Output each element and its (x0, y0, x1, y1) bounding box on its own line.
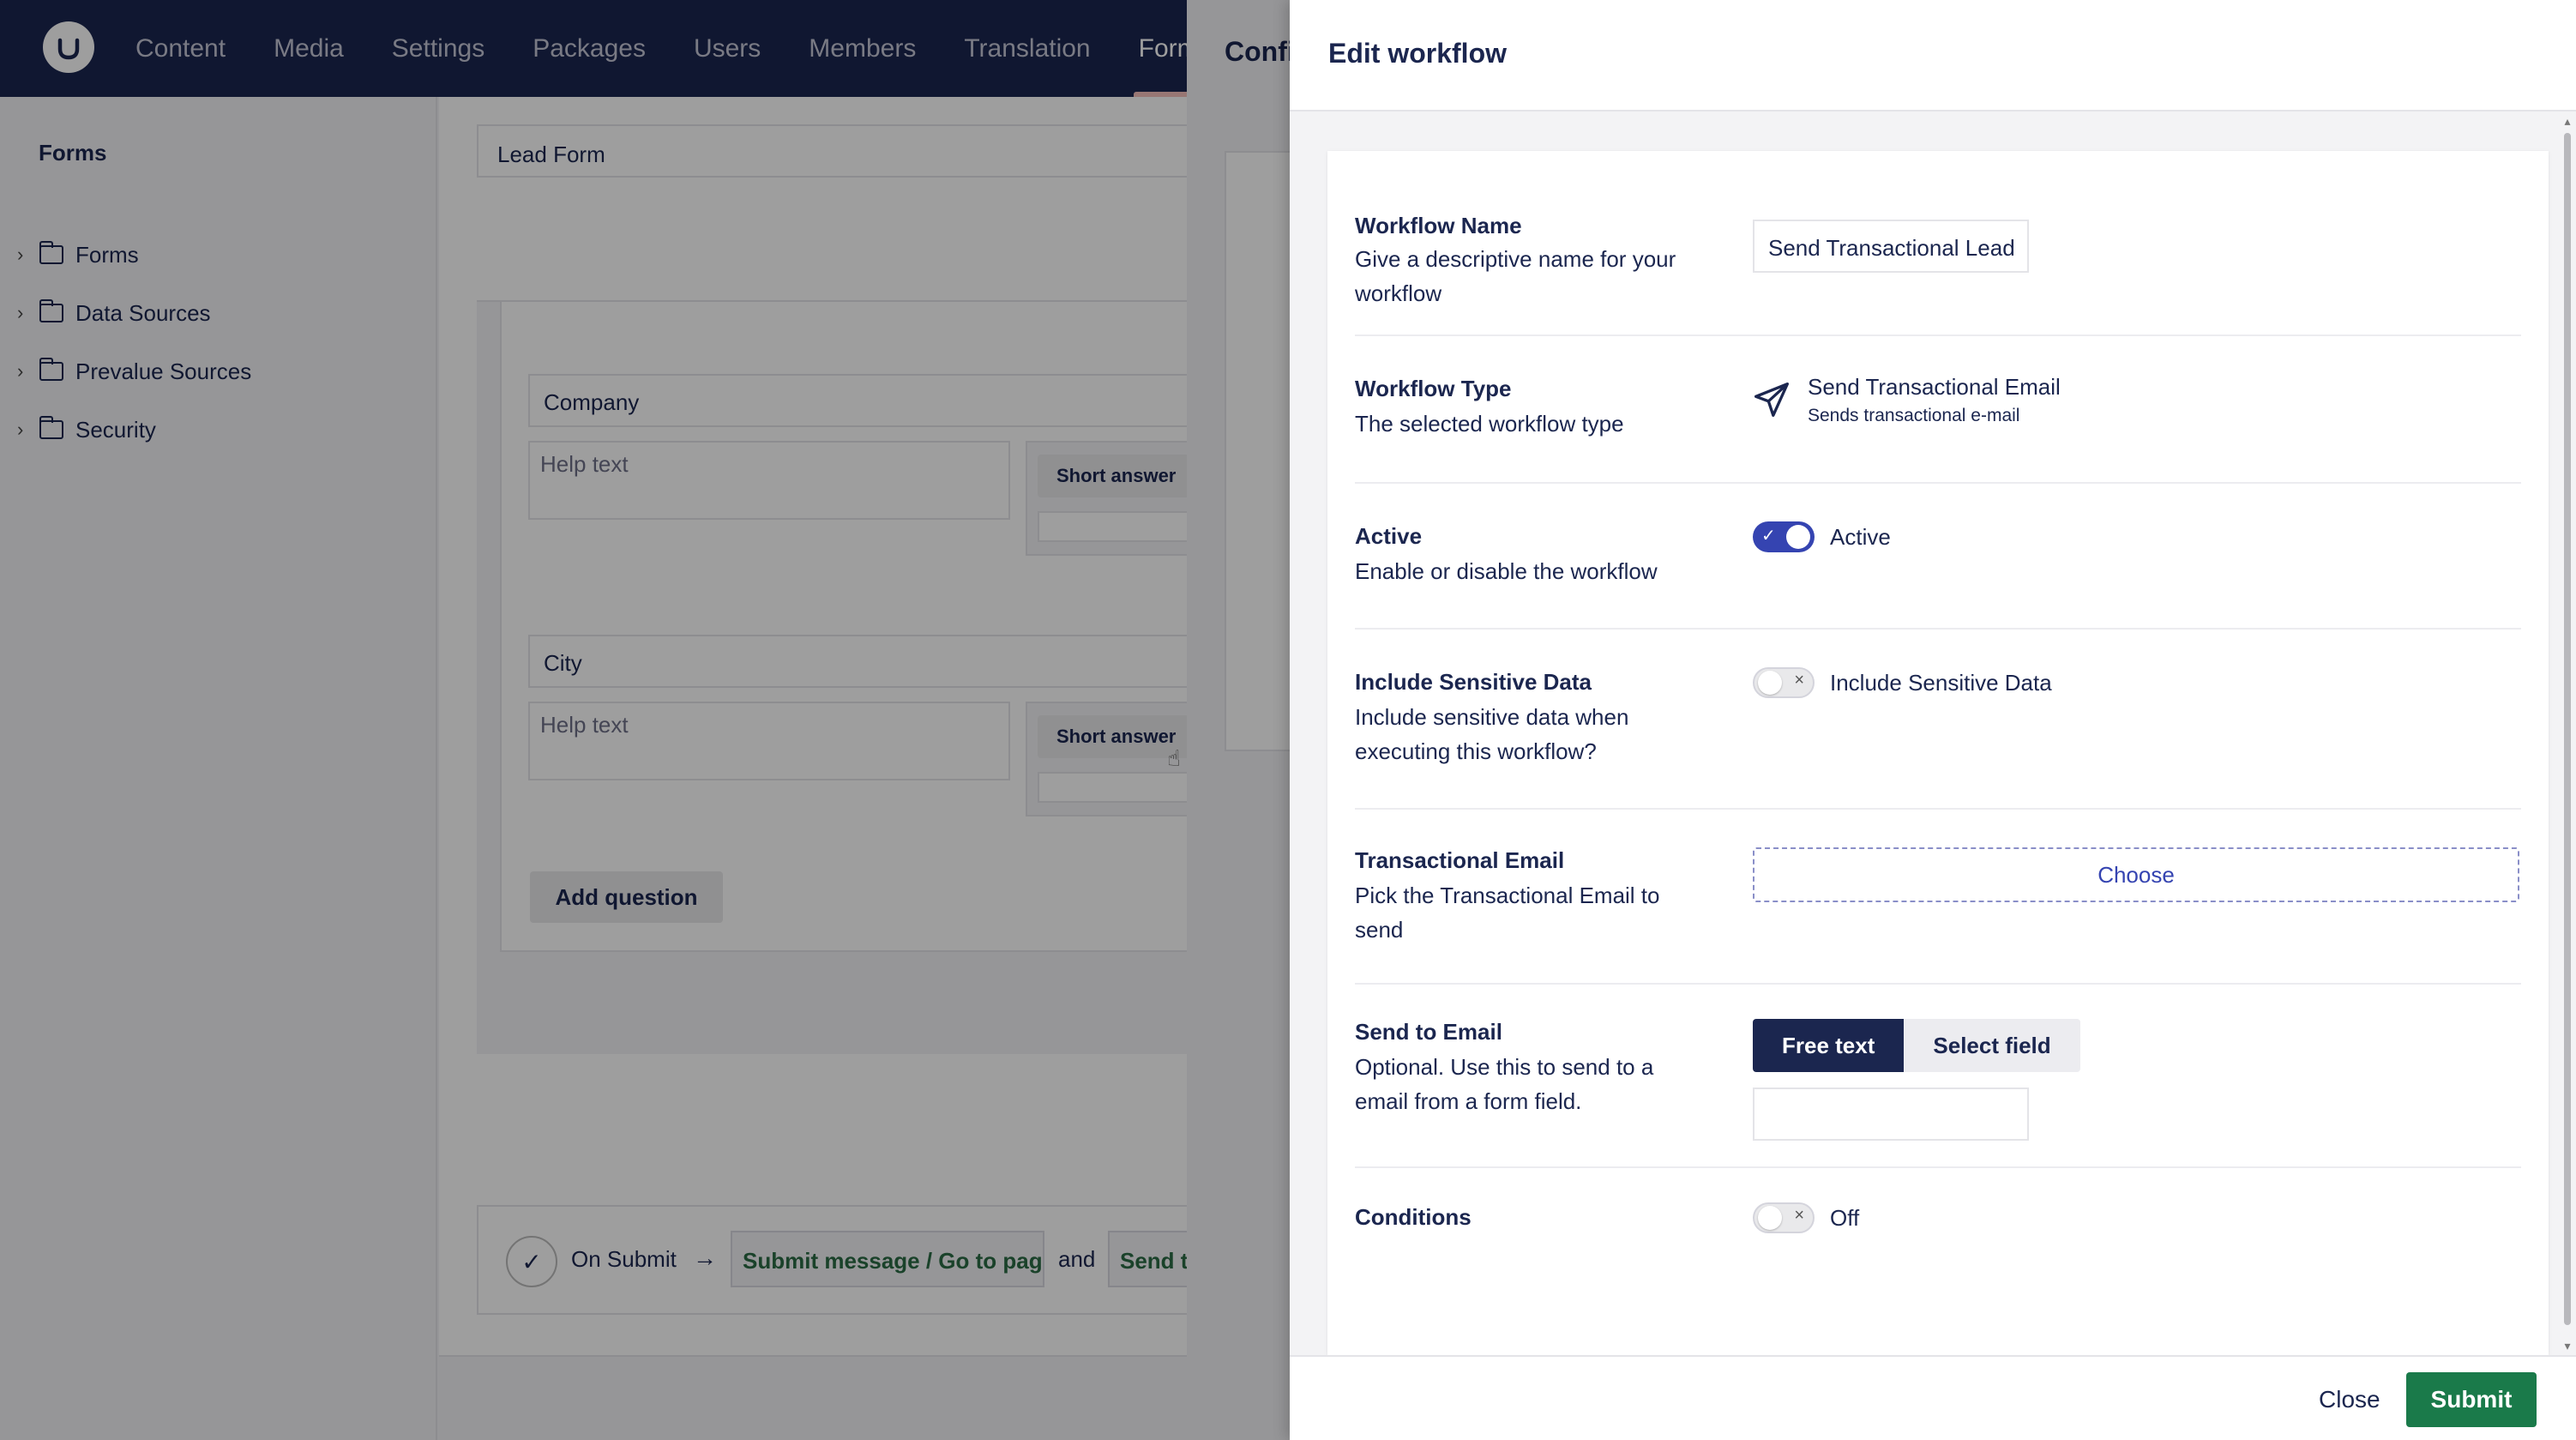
send-to-mode-toggle: Free text Select field (1753, 1019, 2080, 1072)
modal-overlay[interactable] (0, 0, 1290, 1440)
scroll-down-icon[interactable]: ▾ (2562, 1340, 2573, 1352)
close-icon: × (1794, 1206, 1804, 1225)
toggle-knob (1758, 1206, 1782, 1230)
conditions-toggle-label: Off (1830, 1204, 1860, 1231)
panel-scrollbar[interactable]: ▴ ▾ (2562, 115, 2573, 1352)
row-send-to-email: Send to Email Optional. Use this to send… (1355, 985, 2521, 1168)
active-toggle-label: Active (1830, 523, 1891, 550)
send-to-email-desc: Optional. Use this to send to a email fr… (1355, 1054, 1654, 1114)
close-icon: × (1794, 671, 1804, 690)
active-toggle[interactable]: ✓ (1753, 521, 1815, 552)
edit-workflow-panel: Edit workflow Workflow Name Give a descr… (1290, 0, 2576, 1440)
free-text-button[interactable]: Free text (1753, 1019, 1905, 1072)
sensitive-data-label: Include Sensitive Data (1355, 669, 1592, 695)
submit-button[interactable]: Submit (2406, 1372, 2537, 1427)
row-transactional-email: Transactional Email Pick the Transaction… (1355, 810, 2521, 985)
send-to-email-label: Send to Email (1355, 1019, 1502, 1045)
panel-header: Edit workflow (1290, 0, 2576, 111)
panel-body: Workflow Name Give a descriptive name fo… (1327, 151, 2549, 1355)
check-icon: ✓ (1761, 527, 1776, 545)
transactional-email-label: Transactional Email (1355, 847, 1565, 873)
transactional-email-desc: Pick the Transactional Email to send (1355, 883, 1660, 943)
workflow-type-name: Send Transactional Email (1808, 374, 2061, 400)
row-active: Active Enable or disable the workflow ✓ … (1355, 484, 2521, 630)
sensitive-data-toggle-label: Include Sensitive Data (1830, 669, 2052, 696)
paper-plane-icon (1754, 383, 1789, 417)
workflow-type-desc: The selected workflow type (1355, 411, 1624, 437)
conditions-label: Conditions (1355, 1204, 1472, 1230)
row-workflow-name: Workflow Name Give a descriptive name fo… (1355, 202, 2521, 336)
sensitive-data-desc: Include sensitive data when executing th… (1355, 704, 1629, 764)
sensitive-data-toggle[interactable]: × (1753, 667, 1815, 698)
workflow-name-label: Workflow Name (1355, 213, 1522, 238)
workflow-name-desc: Give a descriptive name for your workflo… (1355, 246, 1676, 306)
panel-footer: Close Submit (1290, 1355, 2576, 1440)
workflow-type-display: Send Transactional Email Sends transacti… (1753, 374, 2061, 426)
scroll-thumb[interactable] (2564, 133, 2571, 1325)
workflow-name-input[interactable]: Send Transactional Lead (1753, 220, 2029, 273)
send-to-email-input[interactable] (1753, 1088, 2029, 1141)
workflow-type-label: Workflow Type (1355, 376, 1512, 401)
scroll-up-icon[interactable]: ▴ (2562, 115, 2573, 127)
row-conditions: Conditions × Off (1355, 1168, 2521, 1297)
active-label: Active (1355, 523, 1423, 549)
choose-email-button[interactable]: Choose (1753, 847, 2519, 902)
row-workflow-type: Workflow Type The selected workflow type… (1355, 336, 2521, 484)
active-desc: Enable or disable the workflow (1355, 558, 1658, 584)
mouse-cursor-icon: ☝ (1167, 745, 1181, 771)
row-include-sensitive-data: Include Sensitive Data Include sensitive… (1355, 630, 2521, 810)
toggle-knob (1758, 671, 1782, 695)
panel-title: Edit workflow (1328, 38, 1507, 69)
close-button[interactable]: Close (2308, 1381, 2391, 1419)
workflow-type-subtitle: Sends transactional e-mail (1808, 406, 2020, 425)
toggle-knob (1786, 525, 1810, 549)
conditions-toggle[interactable]: × (1753, 1202, 1815, 1233)
select-field-button[interactable]: Select field (1904, 1019, 2080, 1072)
